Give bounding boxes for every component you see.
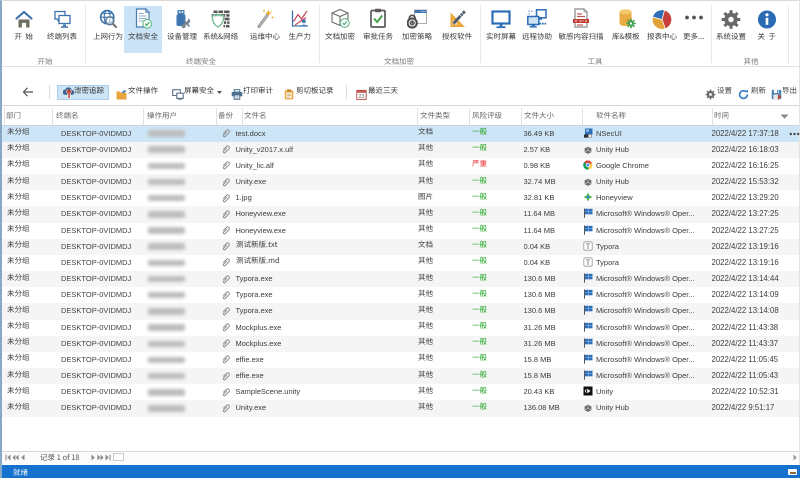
- svg-text:T: T: [586, 242, 591, 250]
- svg-text:T: T: [586, 258, 591, 266]
- svg-text:23: 23: [358, 94, 364, 100]
